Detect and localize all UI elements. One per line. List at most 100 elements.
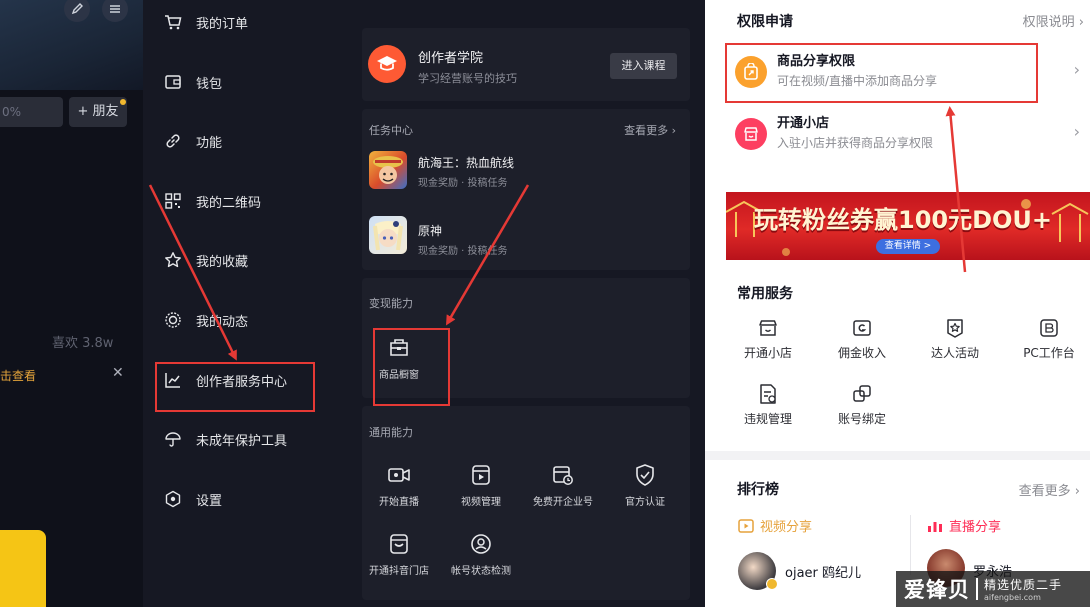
- grid-item-label: 开通抖音门店: [369, 566, 429, 577]
- tab-label: 直播分享: [949, 520, 1002, 535]
- menu-item-activity[interactable]: 我的动态: [143, 300, 362, 340]
- grid-item-open-store[interactable]: 开通抖音门店: [359, 532, 439, 577]
- permissions-title: 权限申请: [737, 14, 793, 30]
- service-pc-workbench[interactable]: PC工作台: [1002, 317, 1090, 361]
- side-menu: 我的订单 钱包 功能 我的二维码 我的收藏 我的动态 创作者服务中心 未成年保护…: [143, 0, 362, 607]
- promo-banner[interactable]: 玩转粉丝券赢100元DOU+ 查看详情 >: [726, 192, 1090, 260]
- service-account-binding[interactable]: 账号绑定: [815, 383, 909, 427]
- task-thumbnail-onepiece[interactable]: [369, 151, 407, 189]
- grid-item-start-live[interactable]: 开始直播: [359, 463, 439, 508]
- add-friend-button[interactable]: + 朋友: [69, 97, 127, 127]
- task-thumbnail-genshin[interactable]: [369, 216, 407, 254]
- live-camera-icon: [387, 463, 411, 487]
- shield-check-icon: [633, 463, 657, 487]
- umbrella-icon: [163, 429, 183, 449]
- link-accounts-icon: [851, 383, 873, 405]
- permissions-explain-label: 权限说明: [1022, 15, 1075, 30]
- grid-item-video-manage[interactable]: 视频管理: [441, 463, 521, 508]
- grid-item-official-verify[interactable]: 官方认证: [605, 463, 685, 508]
- shop-outline-icon: [757, 317, 779, 339]
- watermark-logo: 爱锋贝: [904, 578, 970, 602]
- shop-icon: [735, 118, 767, 150]
- link-icon: [163, 131, 183, 151]
- ranking-entry-name[interactable]: ojaer 鸥纪儿: [785, 562, 861, 581]
- profile-fragment: 0% + 朋友 喜欢 3.8w 击查看 ✕: [0, 0, 143, 607]
- enterprise-icon: [551, 463, 575, 487]
- tab-live-share[interactable]: 直播分享: [927, 516, 1001, 535]
- menu-item-orders[interactable]: 我的订单: [143, 2, 362, 42]
- menu-item-favorites[interactable]: 我的收藏: [143, 240, 362, 280]
- tab-video-share[interactable]: 视频分享: [738, 516, 812, 535]
- tab-divider: [910, 515, 911, 575]
- close-icon[interactable]: ✕: [112, 365, 124, 381]
- qrcode-icon: [163, 191, 183, 211]
- grid-item-label: 帐号状态检测: [451, 566, 511, 577]
- notification-dot: [120, 99, 126, 105]
- menu-item-settings[interactable]: 设置: [143, 479, 362, 519]
- watermark-url: aifengbei.com: [984, 593, 1041, 602]
- menu-item-label: 未成年保护工具: [196, 433, 288, 449]
- account-check-icon: [469, 532, 493, 556]
- menu-item-minor-protection[interactable]: 未成年保护工具: [143, 419, 362, 459]
- promo-card[interactable]: [0, 530, 46, 607]
- watermark-side: 精选优质二手 aifengbei.com: [984, 576, 1062, 602]
- permissions-explain-link[interactable]: 权限说明 ›: [1023, 11, 1084, 30]
- grid-item-enterprise[interactable]: 免费开企业号: [523, 463, 603, 508]
- menu-item-features[interactable]: 功能: [143, 121, 362, 161]
- menu-item-label: 我的动态: [196, 314, 249, 330]
- menu-item-label: 我的收藏: [196, 254, 249, 270]
- task-center-title: 任务中心: [369, 124, 413, 137]
- service-label: 佣金收入: [837, 346, 886, 360]
- service-label: 违规管理: [743, 412, 792, 426]
- perm-item-open-shop[interactable]: 开通小店 入驻小店并获得商品分享权限 ›: [705, 103, 1090, 165]
- services-title: 常用服务: [737, 286, 793, 302]
- academy-title: 创作者学院: [418, 51, 484, 66]
- video-manage-icon: [469, 463, 493, 487]
- menu-item-label: 设置: [196, 493, 223, 509]
- service-label: 达人活动: [930, 346, 979, 360]
- service-violation-manage[interactable]: 违规管理: [721, 383, 815, 427]
- profile-completion: 0%: [0, 97, 63, 127]
- activity-icon: [163, 310, 183, 330]
- menu-item-qrcode[interactable]: 我的二维码: [143, 181, 362, 221]
- likes-count: 喜欢 3.8w: [52, 336, 114, 351]
- badge-star-icon: [944, 317, 966, 339]
- enter-course-button[interactable]: 进入课程: [610, 53, 677, 79]
- menu-item-label: 钱包: [196, 76, 223, 92]
- click-to-watch-link[interactable]: 击查看: [0, 367, 36, 384]
- section-divider: [705, 451, 1090, 460]
- star-icon: [163, 250, 183, 270]
- banner-headline: 玩转粉丝券赢100元DOU+: [754, 206, 1053, 234]
- menu-item-label: 我的订单: [196, 16, 249, 32]
- ranking-more-link[interactable]: 查看更多 ›: [1019, 480, 1080, 499]
- grid-item-label: 官方认证: [625, 497, 665, 508]
- banner-details-button[interactable]: 查看详情 >: [876, 239, 940, 254]
- task-name[interactable]: 航海王：热血航线: [418, 154, 514, 171]
- service-label: PC工作台: [1023, 346, 1075, 360]
- service-commission[interactable]: 佣金收入: [815, 317, 909, 361]
- live-bars-icon: [927, 519, 943, 533]
- creator-service-center: 创作者学院 学习经营账号的技巧 进入课程 任务中心 查看更多 › 航海王：热血航…: [362, 0, 705, 607]
- video-share-icon: [738, 518, 754, 533]
- highlight-product-share: [725, 43, 1038, 103]
- task-more-label: 查看更多: [624, 124, 669, 137]
- wallet-icon: [163, 72, 183, 92]
- service-label: 开通小店: [743, 346, 792, 360]
- task-more-link[interactable]: 查看更多 ›: [624, 122, 676, 138]
- ranking-more-label: 查看更多: [1018, 484, 1071, 499]
- menu-item-label: 功能: [196, 135, 223, 151]
- grid-item-account-check[interactable]: 帐号状态检测: [441, 532, 521, 577]
- service-talent-events[interactable]: 达人活动: [908, 317, 1002, 361]
- pc-workbench-icon: [1038, 317, 1060, 339]
- academy-subtitle: 学习经营账号的技巧: [418, 72, 517, 85]
- service-open-shop[interactable]: 开通小店: [721, 317, 815, 361]
- commission-icon: [851, 317, 873, 339]
- chevron-right-icon: ›: [1078, 15, 1084, 30]
- cart-icon: [163, 12, 183, 32]
- settings-icon: [163, 489, 183, 509]
- task-name[interactable]: 原神: [418, 222, 442, 239]
- academy-card[interactable]: 创作者学院 学习经营账号的技巧 进入课程: [362, 28, 690, 101]
- perm-title: 开通小店: [777, 116, 830, 131]
- task-sub: 现金奖励 · 投稿任务: [418, 246, 508, 257]
- menu-item-wallet[interactable]: 钱包: [143, 62, 362, 102]
